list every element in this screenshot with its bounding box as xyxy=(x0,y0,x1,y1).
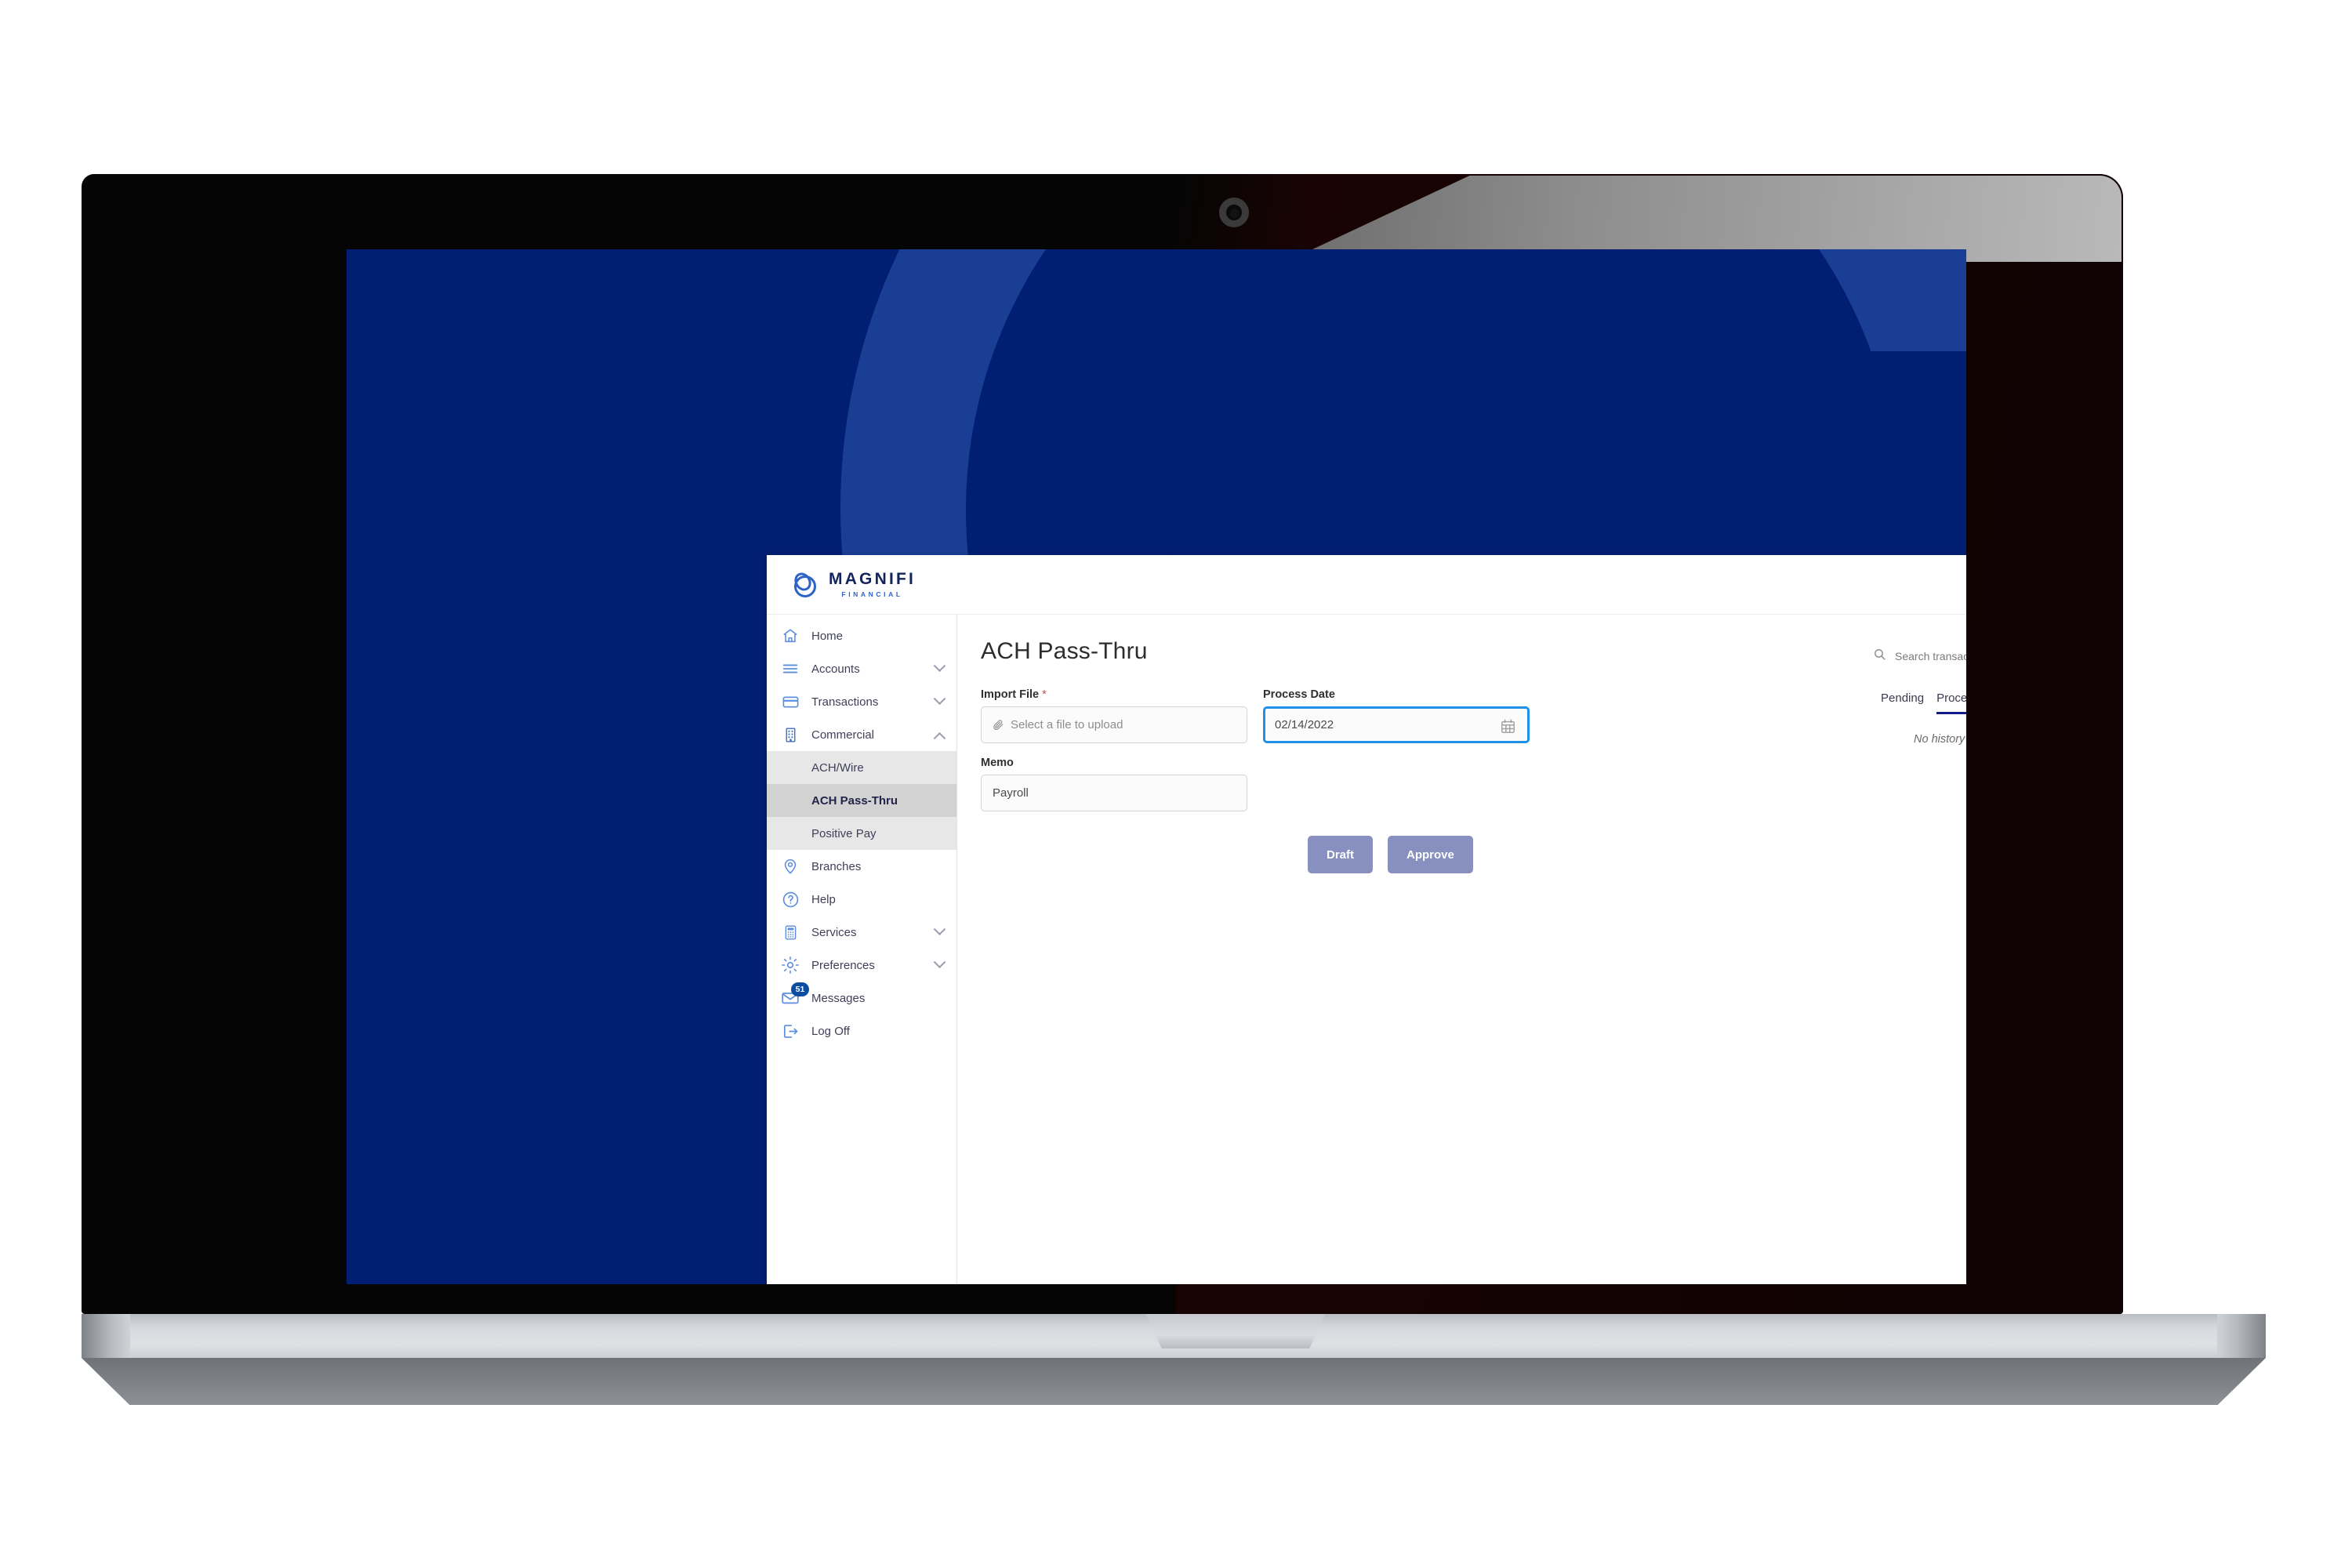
memo-field: Memo Payroll xyxy=(981,757,1865,811)
draft-button[interactable]: Draft xyxy=(1308,836,1374,873)
main-content: ACH Pass-Thru Import File * Select a fil… xyxy=(957,615,1966,1284)
sidebar-item-label: Preferences xyxy=(811,958,875,972)
commercial-submenu: ACH/Wire ACH Pass-Thru Positive Pay xyxy=(767,751,956,850)
tab-pending[interactable]: Pending xyxy=(1881,691,1924,714)
process-date-input[interactable]: 02/14/2022 xyxy=(1263,706,1530,743)
brand-name: MAGNIFI xyxy=(829,570,916,589)
sidebar: Home Accounts Transactions Commercial AC… xyxy=(767,615,957,1284)
paperclip-icon xyxy=(993,719,1004,731)
card-icon xyxy=(780,691,800,712)
history-tabs: Pending Processed xyxy=(1873,691,1966,714)
form-actions: Draft Approve xyxy=(1308,836,1865,873)
sidebar-item-label: Commercial xyxy=(811,728,875,742)
magnifi-swirl-icon xyxy=(794,572,816,597)
import-file-placeholder: Select a file to upload xyxy=(1011,718,1123,731)
tab-processed[interactable]: Processed xyxy=(1936,691,1966,714)
laptop-base-notch xyxy=(1145,1314,1326,1348)
building-icon xyxy=(780,724,800,745)
map-pin-icon xyxy=(780,856,800,877)
envelope-icon: 51 xyxy=(780,982,809,1008)
sidebar-item-label: Messages xyxy=(811,991,866,1005)
memo-input[interactable]: Payroll xyxy=(981,775,1247,811)
sidebar-item-log-off[interactable]: Log Off xyxy=(767,1014,956,1047)
chevron-down-icon[interactable] xyxy=(933,922,946,935)
sidebar-item-label: Branches xyxy=(811,859,862,873)
sidebar-item-preferences[interactable]: Preferences xyxy=(767,949,956,982)
sidebar-item-home[interactable]: Home xyxy=(767,619,956,652)
laptop-base-right-cap xyxy=(2217,1314,2266,1358)
app-body: Home Accounts Transactions Commercial AC… xyxy=(767,615,1966,1284)
calculator-icon xyxy=(780,922,800,942)
process-date-label: Process Date xyxy=(1263,688,1335,701)
process-date-value: 02/14/2022 xyxy=(1275,718,1334,731)
import-file-input[interactable]: Select a file to upload xyxy=(981,706,1247,743)
app-header: MAGNIFI FINANCIAL Good Afternoon, Alexis… xyxy=(767,555,1966,615)
app-window: MAGNIFI FINANCIAL Good Afternoon, Alexis… xyxy=(767,555,1966,1284)
brand-logo[interactable]: MAGNIFI FINANCIAL xyxy=(790,569,916,601)
sidebar-item-label: Transactions xyxy=(811,695,879,709)
memo-value: Payroll xyxy=(993,786,1029,800)
form-row-1: Import File * Select a file to upload Pr… xyxy=(981,688,1865,757)
laptop-screen: MAGNIFI FINANCIAL Good Afternoon, Alexis… xyxy=(347,249,1966,1284)
calendar-icon[interactable] xyxy=(1500,718,1516,738)
search-transactions[interactable]: Search transactions xyxy=(1873,648,1966,665)
import-file-label-text: Import File xyxy=(981,688,1040,701)
sidebar-item-label: Log Off xyxy=(811,1024,850,1038)
sidebar-item-branches[interactable]: Branches xyxy=(767,850,956,883)
history-empty-state: No history available xyxy=(1914,733,1966,746)
laptop-mockup: MAGNIFI FINANCIAL Good Afternoon, Alexis… xyxy=(0,0,2352,1568)
approve-button[interactable]: Approve xyxy=(1388,836,1473,873)
logout-icon xyxy=(780,1021,800,1041)
search-input[interactable]: Search transactions xyxy=(1895,650,1966,662)
sidebar-item-label: Help xyxy=(811,892,836,906)
sidebar-subitem-ach-pass-thru[interactable]: ACH Pass-Thru xyxy=(767,784,956,817)
sidebar-item-label: Home xyxy=(811,629,844,643)
laptop-base-front xyxy=(82,1358,2266,1405)
question-circle-icon xyxy=(780,889,800,909)
sidebar-subitem-positive-pay[interactable]: Positive Pay xyxy=(767,817,956,850)
import-file-field: Import File * Select a file to upload xyxy=(981,688,1247,743)
required-marker: * xyxy=(1042,688,1047,701)
list-icon xyxy=(780,659,800,679)
process-date-field: Process Date 02/14/2022 xyxy=(1263,688,1530,743)
sidebar-item-messages[interactable]: 51 Messages xyxy=(767,982,956,1014)
chevron-down-icon[interactable] xyxy=(933,691,946,705)
chevron-up-icon[interactable] xyxy=(933,731,946,745)
sidebar-subitem-ach-wire[interactable]: ACH/Wire xyxy=(767,751,956,784)
messages-badge: 51 xyxy=(791,982,809,996)
search-icon xyxy=(1873,648,1886,665)
sidebar-item-label: Services xyxy=(811,925,857,939)
sidebar-item-commercial[interactable]: Commercial xyxy=(767,718,956,751)
chevron-down-icon[interactable] xyxy=(933,955,946,968)
transactions-side-panel: Search transactions Pending Processed No… xyxy=(1865,638,1966,1284)
sidebar-item-help[interactable]: Help xyxy=(767,883,956,916)
form-column: ACH Pass-Thru Import File * Select a fil… xyxy=(981,638,1865,1284)
chevron-down-icon[interactable] xyxy=(933,659,946,672)
import-file-label: Import File * xyxy=(981,688,1247,701)
sidebar-item-accounts[interactable]: Accounts xyxy=(767,652,956,685)
home-icon xyxy=(780,626,800,646)
gear-icon xyxy=(780,955,800,975)
laptop-base-left-cap xyxy=(82,1314,130,1358)
sidebar-item-transactions[interactable]: Transactions xyxy=(767,685,956,718)
sidebar-item-services[interactable]: Services xyxy=(767,916,956,949)
page-title: ACH Pass-Thru xyxy=(981,638,1148,664)
brand-subtitle: FINANCIAL xyxy=(841,590,903,599)
memo-label: Memo xyxy=(981,757,1014,769)
sidebar-item-label: Accounts xyxy=(811,662,860,676)
webcam-lens xyxy=(1230,209,1240,218)
